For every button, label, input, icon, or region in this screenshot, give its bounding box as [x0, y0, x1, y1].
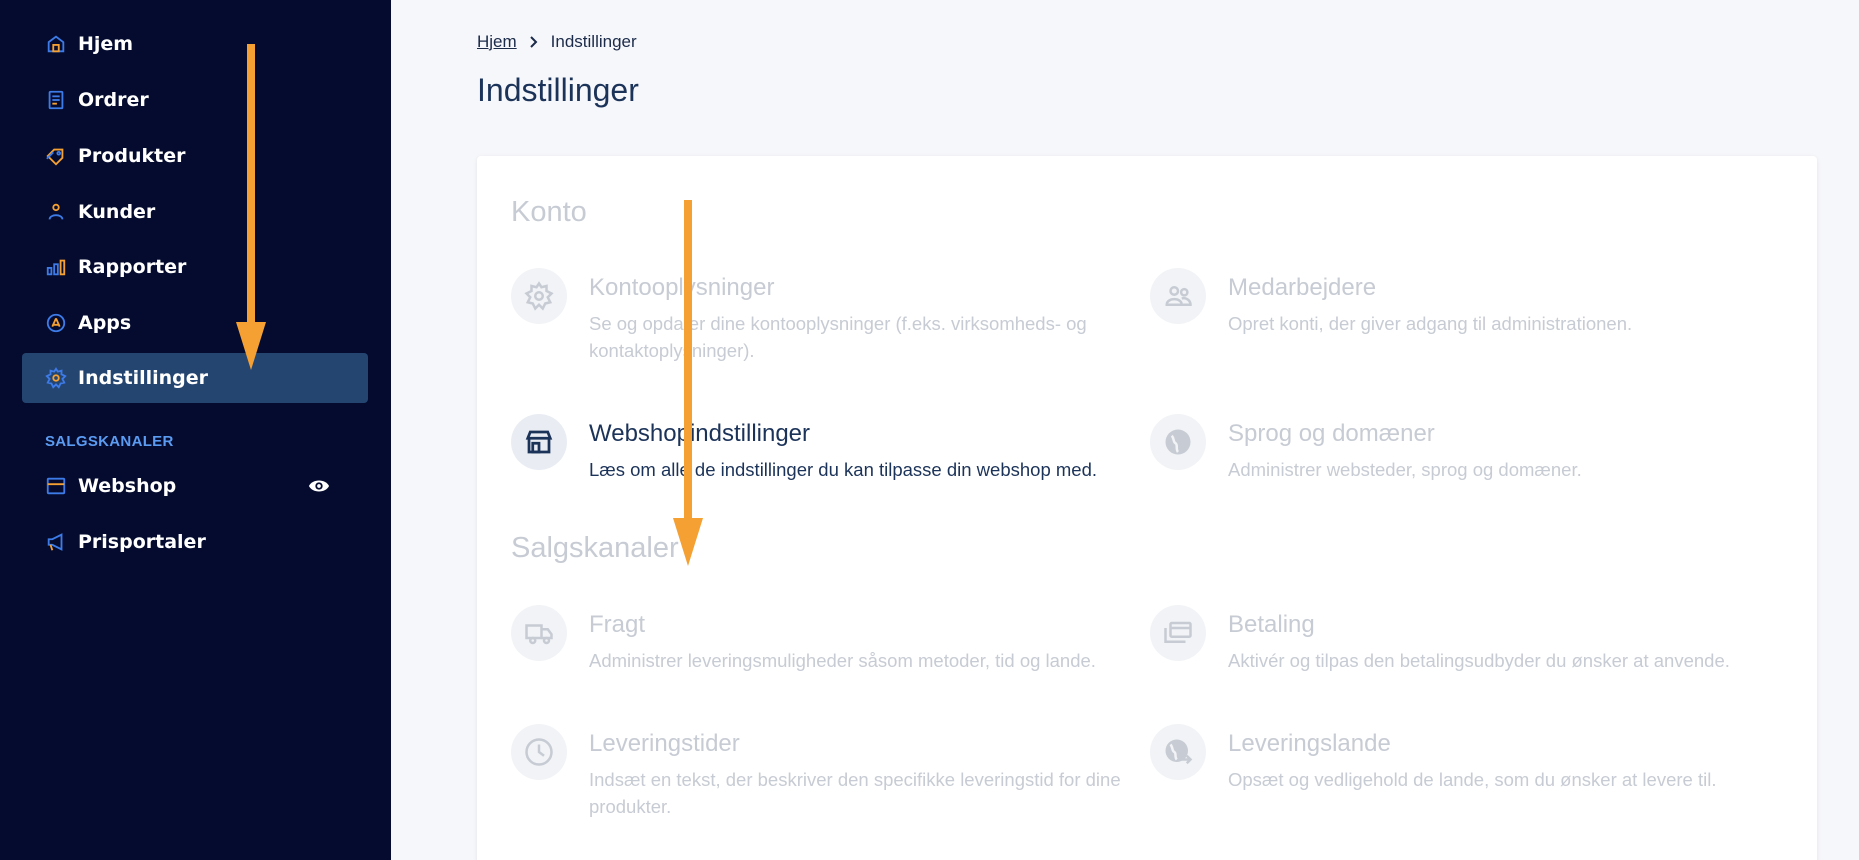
clock-icon	[511, 724, 567, 780]
sidebar-item-label: Indstillinger	[78, 367, 209, 389]
bar-chart-icon	[44, 255, 68, 279]
megaphone-icon	[44, 530, 68, 554]
setting-description: Administrer leveringsmuligheder såsom me…	[589, 650, 1096, 671]
setting-title: Leveringslande	[1228, 730, 1391, 757]
group-title-salgskanaler: Salgskanaler	[511, 532, 679, 564]
sidebar-item-label: Rapporter	[78, 256, 187, 278]
breadcrumb-home-link[interactable]: Hjem	[477, 32, 517, 52]
sidebar-item-label: Ordrer	[78, 89, 149, 111]
section-title-salgskanaler: SALGSKANALER	[45, 433, 174, 450]
annotation-arrow	[673, 200, 703, 566]
sidebar-item-hjem[interactable]: Hjem	[22, 19, 368, 69]
setting-title: Betaling	[1228, 611, 1315, 638]
globe-icon	[1150, 414, 1206, 470]
sidebar-item-label: Prisportaler	[78, 531, 206, 553]
sidebar-item-label: Hjem	[78, 33, 134, 55]
setting-description: Administrer websteder, sprog og domæner.	[1228, 459, 1582, 480]
user-icon	[44, 200, 68, 224]
setting-description: Se og opdater dine kontooplysninger (f.e…	[589, 313, 1087, 361]
sidebar-item-prisportaler[interactable]: Prisportaler	[22, 517, 368, 567]
sidebar-item-kunder[interactable]: Kunder	[22, 187, 368, 237]
sidebar-item-indstillinger[interactable]: Indstillinger	[22, 353, 368, 403]
sidebar-item-label: Produkter	[78, 145, 186, 167]
setting-title: Sprog og domæner	[1228, 420, 1435, 447]
eye-icon[interactable]	[308, 476, 330, 496]
sidebar-item-apps[interactable]: Apps	[22, 298, 368, 348]
setting-description: Læs om alle de indstillinger du kan tilp…	[589, 459, 1098, 480]
breadcrumb: Hjem Indstillinger	[477, 32, 637, 52]
setting-description: Opsæt og vedligehold de lande, som du øn…	[1228, 769, 1717, 790]
sidebar-item-label: Apps	[78, 312, 132, 334]
setting-description: Aktivér og tilpas den betalingsudbyder d…	[1228, 650, 1730, 671]
storefront-icon	[511, 414, 567, 470]
setting-description: Opret konti, der giver adgang til admini…	[1228, 313, 1633, 334]
receipt-icon	[44, 88, 68, 112]
breadcrumb-current: Indstillinger	[550, 32, 637, 51]
storefront-icon	[44, 474, 68, 498]
setting-title: Fragt	[589, 611, 646, 638]
chevron-right-icon	[529, 36, 538, 48]
setting-description: Indsæt en tekst, der beskriver den speci…	[589, 769, 1121, 817]
group-title-konto: Konto	[511, 196, 587, 228]
gear-icon	[44, 366, 68, 390]
sidebar-item-label: Kunder	[78, 201, 156, 223]
home-icon	[44, 32, 68, 56]
settings-card: Konto Kontooplysninger Se og opdater din…	[477, 156, 1817, 860]
sidebar-item-label: Webshop	[78, 475, 177, 497]
setting-title: Leveringstider	[589, 730, 740, 757]
people-icon	[1150, 268, 1206, 324]
apps-icon	[44, 311, 68, 335]
cards-icon	[1150, 605, 1206, 661]
sidebar: Hjem Ordrer Produkter Kunder Rapporter A…	[0, 0, 391, 860]
tag-icon	[44, 144, 68, 168]
gear-icon	[511, 268, 567, 324]
sidebar-item-produkter[interactable]: Produkter	[22, 131, 368, 181]
page-title: Indstillinger	[477, 72, 639, 108]
sidebar-item-webshop[interactable]: Webshop	[22, 461, 368, 511]
annotation-arrow	[236, 44, 266, 370]
setting-title: Medarbejdere	[1228, 274, 1377, 301]
sidebar-item-rapporter[interactable]: Rapporter	[22, 242, 368, 292]
truck-icon	[511, 605, 567, 661]
sidebar-item-ordrer[interactable]: Ordrer	[22, 75, 368, 125]
globe-arrow-icon	[1150, 724, 1206, 780]
